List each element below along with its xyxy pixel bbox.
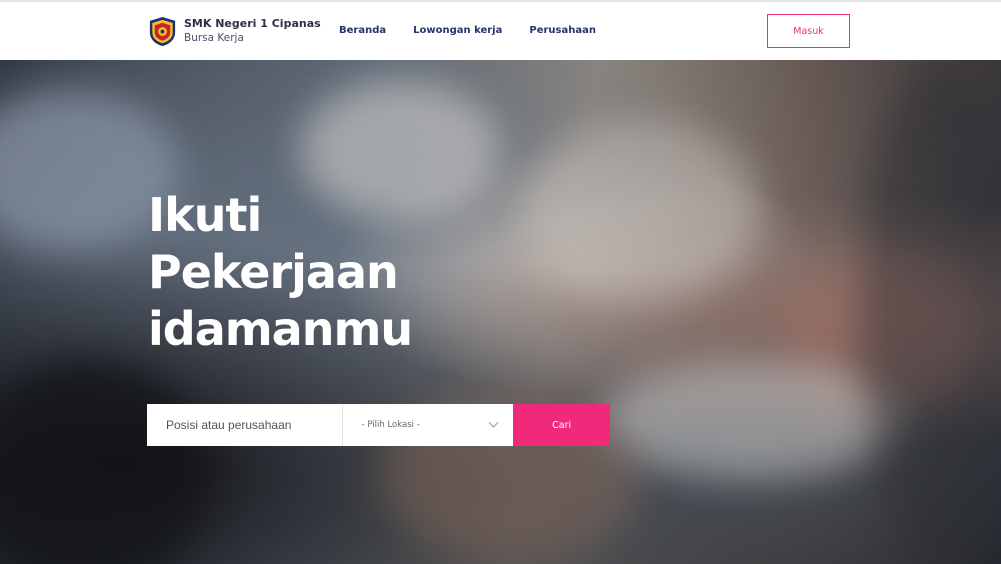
navbar: SMK Negeri 1 Cipanas Bursa Kerja Beranda… <box>0 2 1001 60</box>
hero-title-line-2: Pekerjaan <box>148 245 399 299</box>
search-button[interactable]: Cari <box>513 404 610 446</box>
login-button[interactable]: Masuk <box>767 14 850 48</box>
search-input[interactable] <box>147 404 342 446</box>
nav-link-beranda[interactable]: Beranda <box>339 24 386 38</box>
hero-section: Ikuti Pekerjaan idamanmu <box>0 60 1001 564</box>
nav-link-perusahaan[interactable]: Perusahaan <box>529 24 596 38</box>
nav-link-lowongan-kerja[interactable]: Lowongan kerja <box>413 24 502 38</box>
location-select[interactable]: - Pilih Lokasi - <box>342 404 514 446</box>
background-blur-shape <box>520 120 760 300</box>
hero-title: Ikuti Pekerjaan idamanmu <box>148 187 413 358</box>
hero-title-line-3: idamanmu <box>148 302 413 356</box>
chevron-down-icon <box>488 422 499 428</box>
brand-name: SMK Negeri 1 Cipanas <box>184 17 321 30</box>
location-select-value: - Pilih Lokasi - <box>361 420 420 430</box>
main-nav: Beranda Lowongan kerja Perusahaan <box>339 24 623 38</box>
brand-subtitle: Bursa Kerja <box>184 32 244 44</box>
background-blur-shape <box>600 360 900 480</box>
hero-title-line-1: Ikuti <box>148 188 262 242</box>
background-blur-shape <box>0 360 210 564</box>
job-search-form: - Pilih Lokasi - Cari <box>147 404 610 446</box>
school-emblem-icon <box>149 16 176 46</box>
brand[interactable]: SMK Negeri 1 Cipanas Bursa Kerja <box>147 15 321 47</box>
background-blur-shape <box>860 60 1001 560</box>
